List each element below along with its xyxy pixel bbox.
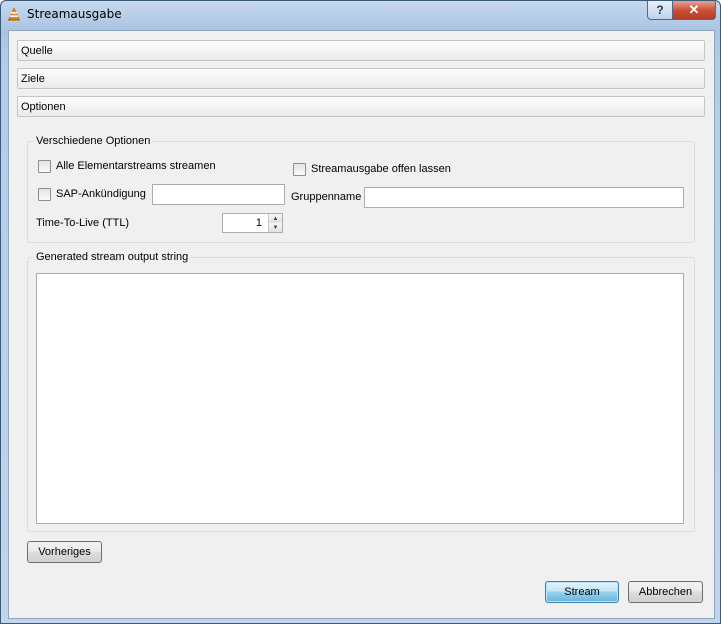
- close-button[interactable]: ✕: [672, 1, 716, 20]
- misc-options-legend: Verschiedene Optionen: [34, 135, 153, 147]
- section-source-header[interactable]: Quelle: [17, 40, 705, 61]
- section-destinations-label: Ziele: [21, 73, 45, 85]
- spin-down-icon[interactable]: ▼: [269, 223, 282, 232]
- group-name-input[interactable]: [364, 187, 684, 208]
- section-source-label: Quelle: [21, 45, 53, 57]
- sap-announcement-label: SAP-Ankündigung: [56, 188, 146, 200]
- keep-stream-open-label: Streamausgabe offen lassen: [311, 163, 451, 175]
- sap-announcement-input[interactable]: [152, 184, 285, 205]
- dialog-client-area: Quelle Ziele Optionen Verschiedene Optio…: [8, 30, 715, 619]
- previous-button-label: Vorheriges: [38, 546, 91, 558]
- generated-output-textarea[interactable]: [36, 273, 684, 524]
- ttl-spinbox[interactable]: 1 ▲ ▼: [222, 213, 283, 233]
- close-icon: ✕: [688, 2, 700, 17]
- previous-button[interactable]: Vorheriges: [27, 541, 102, 563]
- sap-announcement-checkbox[interactable]: [38, 188, 51, 201]
- ttl-value: 1: [255, 217, 262, 229]
- window-title: Streamausgabe: [27, 7, 122, 21]
- dialog-window: Streamausgabe ? ✕ Quelle Ziele Optionen …: [0, 0, 721, 624]
- group-name-label: Gruppenname: [291, 191, 362, 203]
- all-elementary-streams-label: Alle Elementarstreams streamen: [56, 160, 216, 172]
- help-button[interactable]: ?: [647, 1, 673, 20]
- cancel-button-label: Abbrechen: [638, 586, 693, 598]
- section-options-label: Optionen: [21, 101, 66, 113]
- help-icon: ?: [656, 3, 664, 17]
- generated-output-legend: Generated stream output string: [34, 251, 191, 263]
- ttl-spin-buttons: ▲ ▼: [268, 214, 282, 232]
- keep-stream-open-checkbox[interactable]: [293, 163, 306, 176]
- ttl-label: Time-To-Live (TTL): [36, 217, 130, 229]
- stream-button[interactable]: Stream: [545, 581, 619, 603]
- title-bar[interactable]: Streamausgabe ? ✕: [1, 1, 720, 28]
- section-options-header[interactable]: Optionen: [17, 96, 705, 117]
- section-destinations-header[interactable]: Ziele: [17, 68, 705, 89]
- all-elementary-streams-checkbox[interactable]: [38, 160, 51, 173]
- stream-button-label: Stream: [564, 586, 600, 598]
- vlc-cone-icon: [8, 7, 20, 21]
- cancel-button[interactable]: Abbrechen: [628, 581, 703, 603]
